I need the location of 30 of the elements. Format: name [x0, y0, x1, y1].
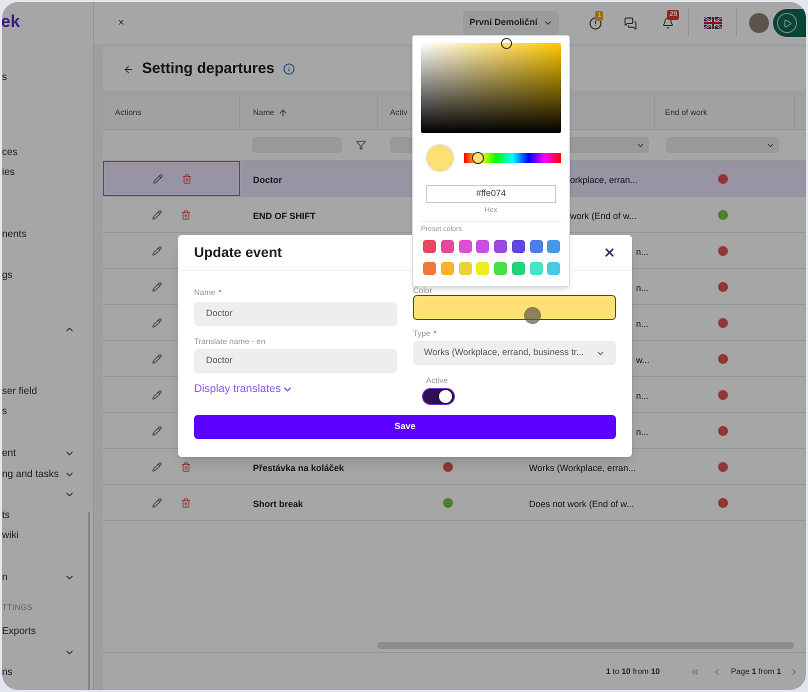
table-cell: Přestávka na koláček [253, 462, 344, 472]
table-cell: n... [636, 390, 649, 400]
field-label: Active [426, 375, 449, 387]
table-cell: n... [636, 318, 649, 328]
table-cell: n... [636, 282, 649, 292]
table-cell: n... [636, 246, 649, 256]
page-title: Setting departures [142, 58, 275, 79]
field-label: Name [194, 287, 216, 299]
logo: ek [2, 11, 20, 34]
table-cell: END OF SHIFT [253, 210, 316, 220]
field-label: Type [413, 328, 430, 340]
dialog-title: Update event [194, 243, 282, 262]
column-header: Activ [390, 106, 408, 118]
sidebar-section-label: TTINGS [2, 602, 33, 614]
field-label: Translate name - en [194, 336, 266, 348]
table-cell: work (End of w... [570, 210, 637, 220]
table-cell: Short break [253, 498, 304, 508]
required-mark: * [433, 328, 436, 340]
table-cell: Works (Workplace, erran... [529, 462, 636, 472]
table-cell: Does not work (End of w... [529, 498, 634, 508]
table-cell: Doctor [253, 174, 282, 184]
column-header: Actions [115, 106, 142, 118]
range-text: 1 to 10 from 10 [606, 666, 660, 678]
page-text: Page 1 from 1 [730, 666, 782, 678]
table-cell: w... [636, 354, 650, 364]
field-label: Color [413, 286, 432, 295]
table-cell: orkplace, erran... [570, 174, 638, 184]
table-cell: n... [636, 426, 649, 436]
required-mark: * [218, 287, 222, 299]
column-header: End of work [665, 106, 708, 118]
